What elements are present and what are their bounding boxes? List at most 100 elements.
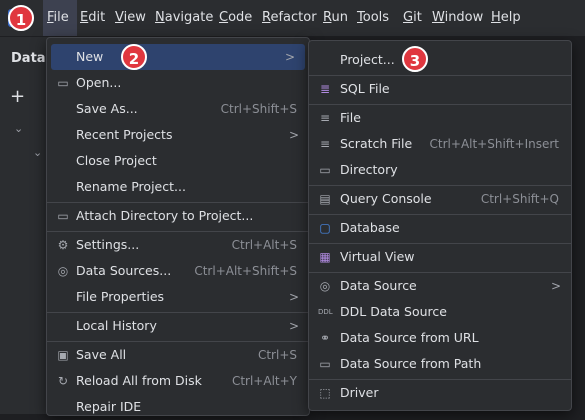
shortcut-label: Ctrl+Alt+S bbox=[231, 238, 297, 252]
menu-item-label: SQL File bbox=[340, 81, 390, 96]
menu-item-label: Close Project bbox=[76, 153, 157, 168]
new-menu-item-data-source-url[interactable]: ⚭ Data Source from URL bbox=[309, 325, 571, 351]
new-menu-item-virtual-view[interactable]: ▦ Virtual View bbox=[309, 244, 571, 270]
driver-icon: ⬚ bbox=[319, 386, 331, 400]
menu-bar: File Edit View Navigate Code Refactor Ru… bbox=[0, 0, 585, 37]
folder-icon: ▭ bbox=[57, 76, 69, 90]
menu-item-label: Rename Project... bbox=[76, 179, 186, 194]
attach-folder-icon: ▭ bbox=[57, 209, 69, 223]
menu-item-label: Attach Directory to Project... bbox=[76, 208, 254, 223]
menu-refactor[interactable]: Refactor bbox=[262, 0, 317, 36]
save-icon: ▣ bbox=[57, 348, 69, 362]
gear-icon: ⚙ bbox=[57, 238, 69, 252]
folder-icon: ▭ bbox=[319, 357, 331, 371]
file-menu-item-reload-all[interactable]: ↻ Reload All from Disk Ctrl+Alt+Y bbox=[47, 368, 309, 394]
scratch-file-icon: ≡ bbox=[319, 137, 331, 151]
file-menu-item-local-history[interactable]: Local History > bbox=[47, 313, 309, 339]
menu-item-label: Reload All from Disk bbox=[76, 373, 202, 388]
menu-item-label: DDL Data Source bbox=[340, 304, 447, 319]
file-menu-item-recent-projects[interactable]: Recent Projects > bbox=[47, 122, 309, 148]
menu-run[interactable]: Run bbox=[323, 0, 348, 36]
menu-item-label: Project... bbox=[340, 52, 395, 67]
file-menu-item-attach-directory[interactable]: ▭ Attach Directory to Project... bbox=[47, 203, 309, 229]
menu-item-label: File Properties bbox=[76, 289, 165, 304]
new-menu-item-data-source-path[interactable]: ▭ Data Source from Path bbox=[309, 351, 571, 377]
menu-item-label: Virtual View bbox=[340, 249, 415, 264]
database-icon: ▢ bbox=[319, 221, 331, 235]
menu-item-label: Database bbox=[340, 220, 400, 235]
file-menu-item-close-project[interactable]: Close Project bbox=[47, 148, 309, 174]
new-menu-item-data-source[interactable]: ◎ Data Source > bbox=[309, 273, 571, 299]
new-menu-item-directory[interactable]: ▭ Directory bbox=[309, 157, 571, 183]
menu-code[interactable]: Code bbox=[219, 0, 252, 36]
reload-icon: ↻ bbox=[57, 374, 69, 388]
menu-item-label: Data Source from Path bbox=[340, 356, 482, 371]
editor-area bbox=[571, 37, 585, 414]
shortcut-label: Ctrl+Shift+S bbox=[220, 102, 297, 116]
chevron-right-icon: > bbox=[288, 290, 299, 304]
menu-item-label: Repair IDE bbox=[76, 399, 142, 414]
menu-item-label: Scratch File bbox=[340, 136, 413, 151]
menu-item-label: Save As... bbox=[76, 101, 138, 116]
menu-item-label: Driver bbox=[340, 385, 379, 400]
menu-view[interactable]: View bbox=[115, 0, 146, 36]
menu-item-label: New bbox=[76, 49, 104, 64]
chevron-down-icon[interactable]: ⌄ bbox=[33, 146, 42, 159]
new-menu-item-driver[interactable]: ⬚ Driver bbox=[309, 380, 571, 406]
menu-tools[interactable]: Tools bbox=[357, 0, 389, 36]
menu-item-label: Query Console bbox=[340, 191, 432, 206]
shortcut-label: Ctrl+S bbox=[257, 348, 297, 362]
file-menu-item-data-sources[interactable]: ◎ Data Sources... Ctrl+Alt+Shift+S bbox=[47, 258, 309, 284]
shortcut-label: Ctrl+Alt+Shift+S bbox=[194, 264, 297, 278]
chevron-right-icon: > bbox=[288, 319, 299, 333]
new-menu-item-ddl-data-source[interactable]: DDL DDL Data Source bbox=[309, 299, 571, 325]
menu-edit[interactable]: Edit bbox=[80, 0, 105, 36]
new-submenu: Project... ≣ SQL File ≡ File ≡ Scratch F… bbox=[308, 40, 572, 411]
step-badge-2: 2 bbox=[121, 44, 147, 70]
new-menu-item-file[interactable]: ≡ File bbox=[309, 105, 571, 131]
chevron-right-icon: > bbox=[284, 50, 295, 64]
panel-title: Datal bbox=[11, 51, 51, 66]
file-menu-item-open[interactable]: ▭ Open... bbox=[47, 70, 309, 96]
menu-help[interactable]: Help bbox=[491, 0, 521, 36]
file-menu-item-settings[interactable]: ⚙ Settings... Ctrl+Alt+S bbox=[47, 232, 309, 258]
file-menu-item-save-all[interactable]: ▣ Save All Ctrl+S bbox=[47, 342, 309, 368]
data-source-icon: ◎ bbox=[319, 279, 331, 293]
menu-git[interactable]: Git bbox=[403, 0, 422, 36]
folder-icon: ▭ bbox=[319, 163, 331, 177]
new-menu-item-project[interactable]: Project... bbox=[309, 47, 571, 73]
file-menu-item-rename-project[interactable]: Rename Project... bbox=[47, 174, 309, 200]
new-menu-item-database[interactable]: ▢ Database bbox=[309, 215, 571, 241]
menu-file[interactable]: File bbox=[43, 0, 77, 36]
new-menu-item-sql-file[interactable]: ≣ SQL File bbox=[309, 76, 571, 102]
step-badge-3: 3 bbox=[402, 46, 428, 72]
menu-item-label: File bbox=[340, 110, 361, 125]
url-icon: ⚭ bbox=[319, 331, 331, 345]
new-menu-item-query-console[interactable]: ▤ Query Console Ctrl+Shift+Q bbox=[309, 186, 571, 212]
shortcut-label: Ctrl+Alt+Y bbox=[231, 374, 297, 388]
virtual-view-icon: ▦ bbox=[319, 250, 331, 264]
menu-item-label: Local History bbox=[76, 318, 157, 333]
menu-item-label: Data Source bbox=[340, 278, 417, 293]
menu-item-label: Open... bbox=[76, 75, 122, 90]
file-icon: ≡ bbox=[319, 111, 331, 125]
new-menu-item-scratch-file[interactable]: ≡ Scratch File Ctrl+Alt+Shift+Insert bbox=[309, 131, 571, 157]
chevron-right-icon: > bbox=[288, 128, 299, 142]
file-menu-item-new[interactable]: New > bbox=[51, 44, 305, 70]
file-menu-item-file-properties[interactable]: File Properties > bbox=[47, 284, 309, 310]
menu-item-label: Save All bbox=[76, 347, 127, 362]
chevron-down-icon[interactable]: ⌄ bbox=[14, 122, 23, 135]
data-sources-icon: ◎ bbox=[57, 264, 69, 278]
shortcut-label: Ctrl+Shift+Q bbox=[480, 192, 559, 206]
step-badge-1: 1 bbox=[8, 5, 34, 31]
menu-window[interactable]: Window bbox=[432, 0, 483, 36]
menu-item-label: Recent Projects bbox=[76, 127, 173, 142]
ddl-icon: DDL bbox=[318, 308, 333, 316]
console-icon: ▤ bbox=[319, 192, 331, 206]
add-icon[interactable]: + bbox=[10, 86, 25, 107]
file-menu-item-repair-ide[interactable]: Repair IDE bbox=[47, 394, 309, 420]
menu-navigate[interactable]: Navigate bbox=[155, 0, 213, 36]
file-menu-item-save-as[interactable]: Save As... Ctrl+Shift+S bbox=[47, 96, 309, 122]
chevron-right-icon: > bbox=[550, 279, 561, 293]
file-menu: New > ▭ Open... Save As... Ctrl+Shift+S … bbox=[46, 37, 310, 416]
